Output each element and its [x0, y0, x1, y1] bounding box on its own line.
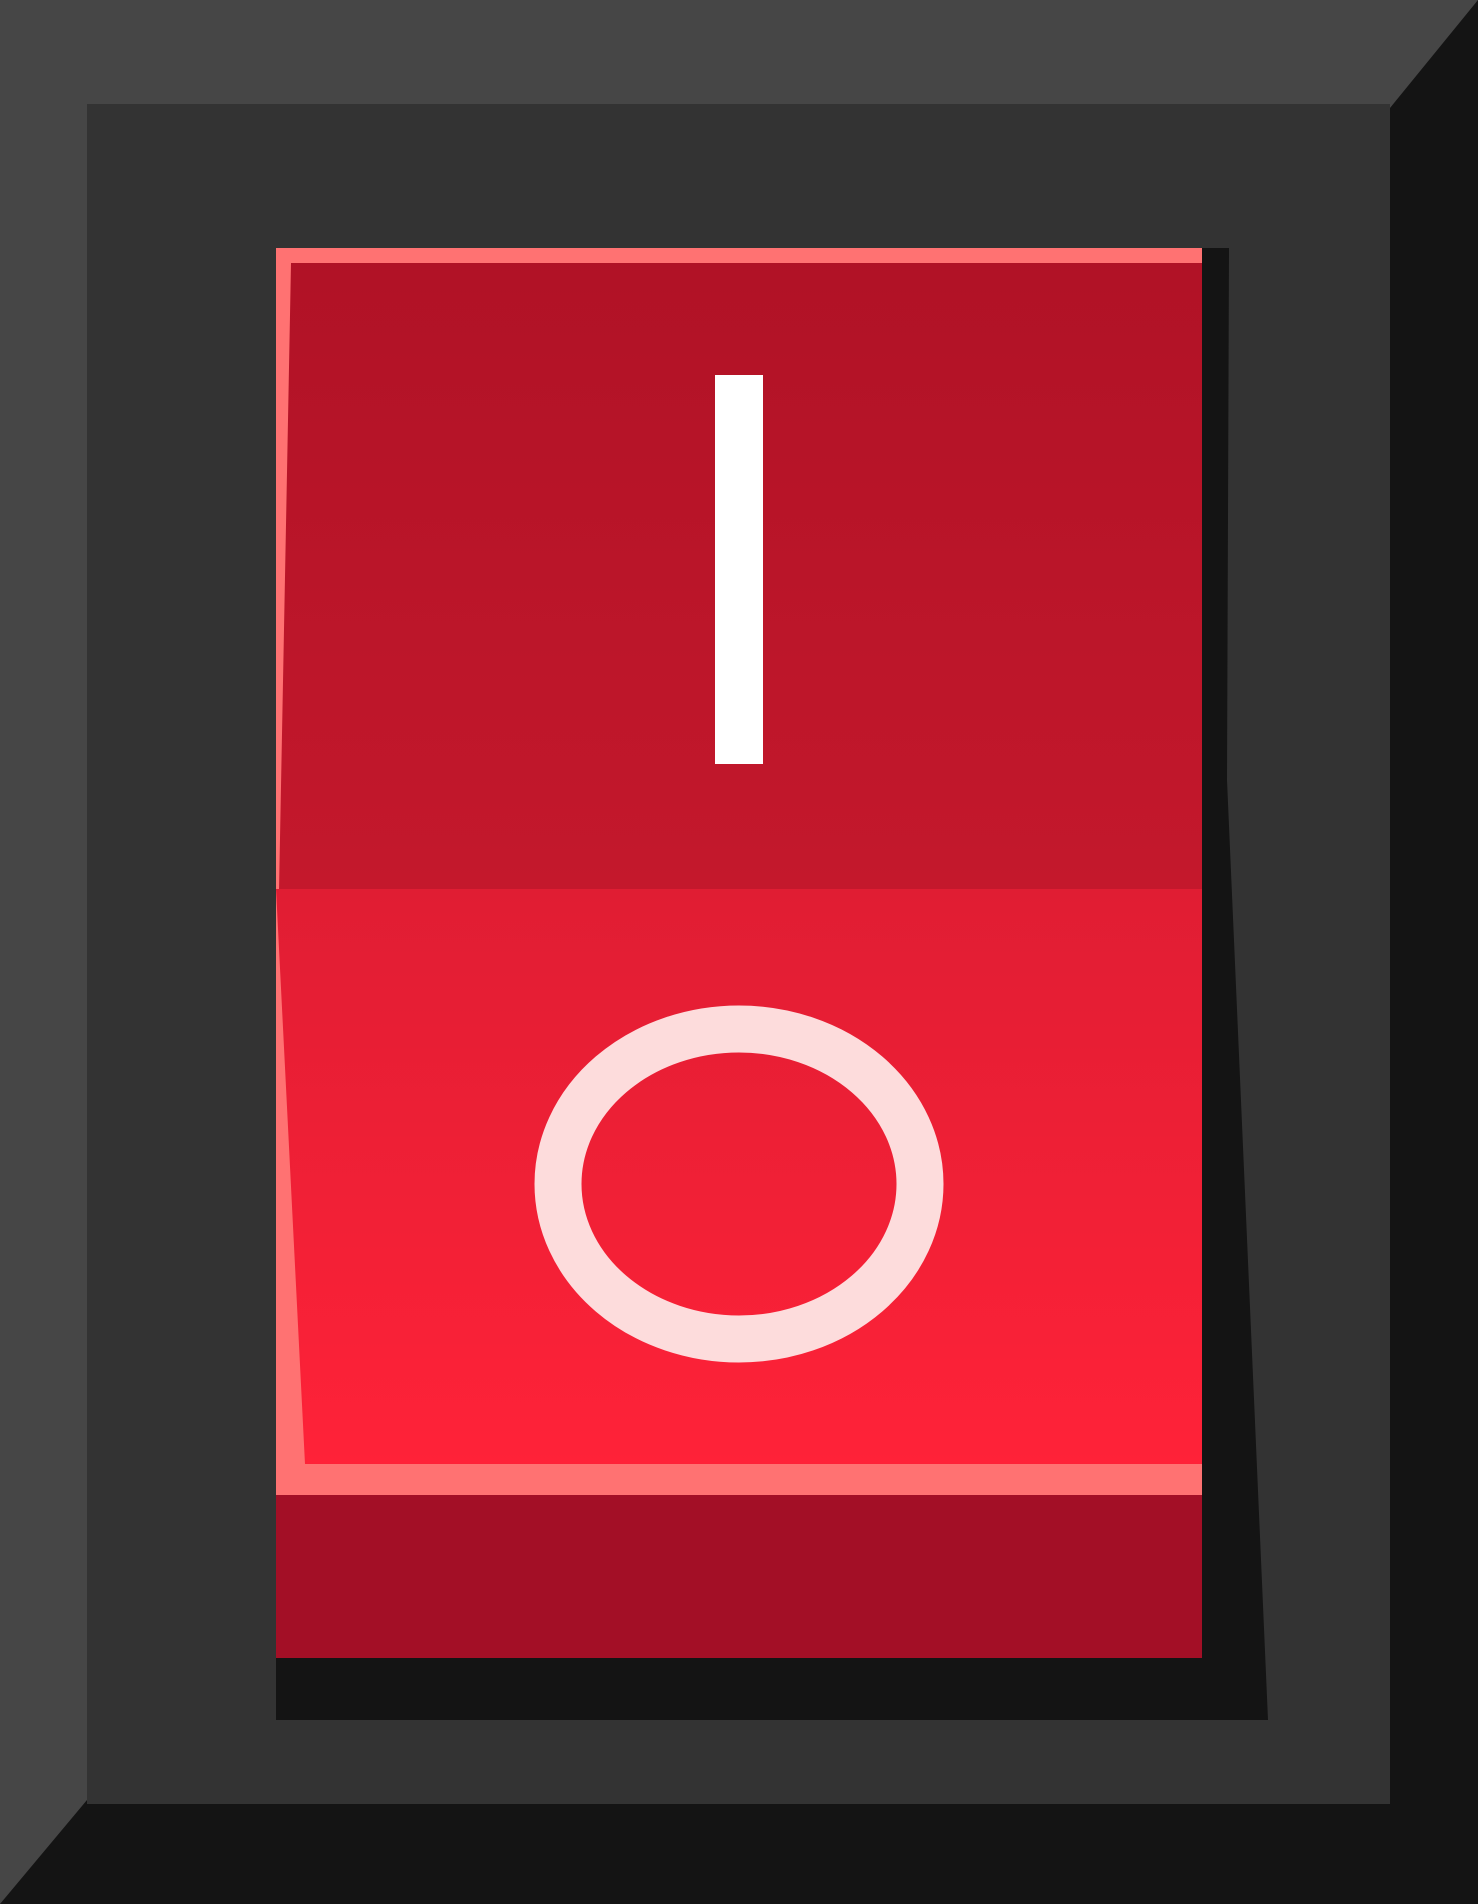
rocker-base [276, 1490, 1202, 1658]
on-symbol-icon [715, 375, 763, 764]
rocker-switch[interactable] [0, 0, 1478, 1904]
rocker-bottom-inner [278, 889, 1202, 1463]
rocker-switch-graphic [0, 0, 1478, 1904]
